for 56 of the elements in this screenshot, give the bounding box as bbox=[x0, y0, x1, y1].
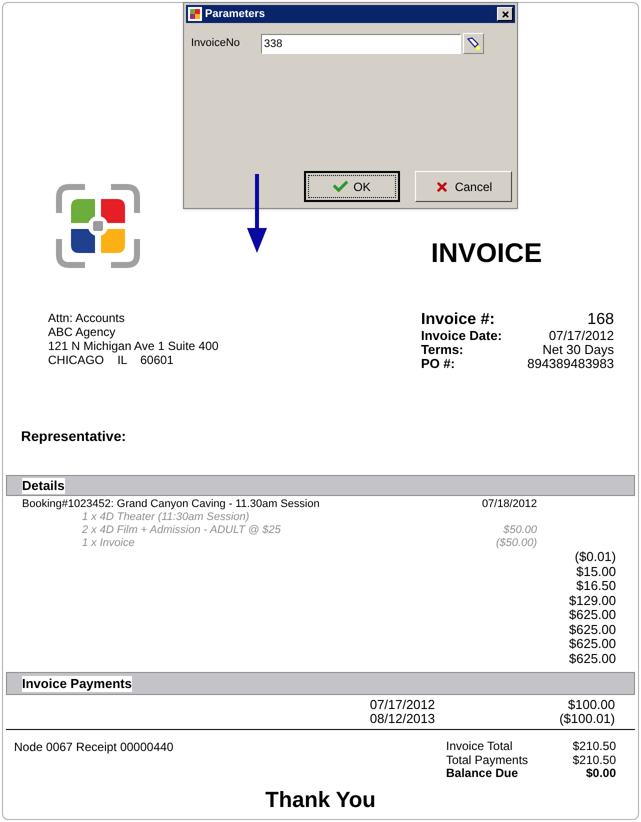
total-label: Invoice Total bbox=[446, 740, 512, 754]
item-amount: $50.00 bbox=[502, 524, 537, 537]
amount-value: $625.00 bbox=[569, 608, 616, 622]
payment-date: 08/12/2013 bbox=[368, 712, 435, 726]
check-icon bbox=[333, 179, 348, 194]
payment-amount: $100.00 bbox=[567, 698, 615, 712]
flashlight-icon bbox=[466, 36, 480, 50]
payment-amount: ($100.01) bbox=[558, 712, 615, 726]
info-value: 894389483983 bbox=[527, 357, 614, 371]
thank-you-text: Thank You bbox=[265, 786, 376, 812]
input-field[interactable]: 338 bbox=[261, 34, 461, 54]
receipt-text: Node 0067 Receipt 00000440 bbox=[14, 740, 174, 756]
amount-value: $625.00 bbox=[569, 637, 616, 652]
info-value: 168 bbox=[587, 311, 614, 329]
cross-icon bbox=[434, 180, 449, 194]
item-line: 2 x 4D Film + Admission - ADULT @ $25 bbox=[82, 524, 282, 537]
total-value: $210.50 bbox=[572, 740, 616, 754]
amount-value: ($0.01) bbox=[574, 550, 616, 564]
representative-label: Representative: bbox=[21, 428, 126, 444]
booking-date: 07/18/2012 bbox=[480, 498, 537, 511]
total-value: $0.00 bbox=[586, 767, 616, 780]
info-label: PO #: bbox=[421, 357, 455, 371]
invoice-title: INVOICE bbox=[430, 240, 542, 267]
info-value: 07/17/2012 bbox=[548, 329, 614, 343]
window-title: Parameters bbox=[205, 6, 266, 22]
payment-date: 07/17/2012 bbox=[368, 698, 435, 712]
info-label: Terms: bbox=[421, 343, 464, 357]
total-value: $210.50 bbox=[572, 754, 616, 767]
lookup-button[interactable] bbox=[463, 33, 484, 54]
info-label: Invoice Date: bbox=[421, 329, 502, 343]
amount-value: $625.00 bbox=[569, 652, 616, 666]
item-amount: ($50.00) bbox=[495, 537, 537, 550]
section-heading: Details bbox=[22, 478, 65, 494]
close-icon bbox=[500, 10, 510, 18]
address-line: CHICAGO IL 60601 bbox=[48, 353, 175, 367]
item-line: 1 x Invoice bbox=[82, 537, 136, 550]
booking-line: Booking#1023452: Grand Canyon Caving - 11.30am Session bbox=[22, 498, 321, 511]
close-button[interactable] bbox=[497, 7, 513, 21]
section-heading: Invoice Payments bbox=[22, 676, 132, 692]
address-line: 121 N Michigan Ave 1 Suite 400 bbox=[48, 339, 219, 353]
amount-value: $625.00 bbox=[569, 622, 616, 637]
field-label: InvoiceNo bbox=[191, 36, 241, 52]
info-value: Net 30 Days bbox=[542, 343, 614, 357]
total-label: Total Payments bbox=[446, 754, 528, 767]
item-line: 1 x 4D Theater (11:30am Session) bbox=[82, 511, 250, 524]
app-icon bbox=[188, 7, 202, 21]
ok-button[interactable]: OK bbox=[304, 171, 400, 202]
info-label: Invoice #: bbox=[421, 311, 495, 329]
amount-value: $16.50 bbox=[576, 579, 616, 594]
address-line: Attn: Accounts bbox=[48, 311, 126, 325]
logo-icon bbox=[55, 183, 141, 269]
amount-value: $15.00 bbox=[576, 564, 616, 579]
cancel-button[interactable]: Cancel bbox=[415, 171, 512, 202]
address-line: ABC Agency bbox=[48, 325, 116, 339]
total-label: Balance Due bbox=[446, 767, 518, 780]
amount-value: $129.00 bbox=[569, 594, 616, 608]
